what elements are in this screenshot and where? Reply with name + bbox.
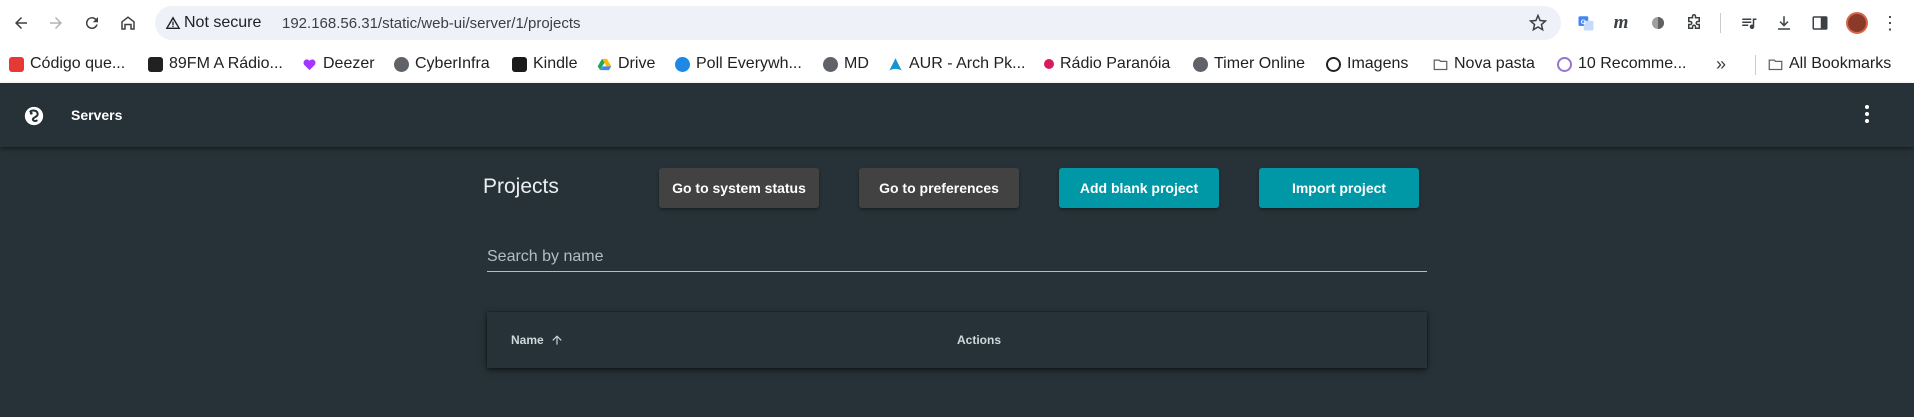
bookmark-item[interactable]: Código que... [9, 51, 125, 77]
forward-button[interactable] [44, 11, 68, 35]
arch-icon [888, 57, 903, 72]
bookmark-item[interactable]: CyberInfra [394, 51, 490, 77]
toolbar-divider [1720, 13, 1721, 33]
name-header-label: Name [511, 333, 544, 347]
home-button[interactable] [116, 11, 140, 35]
bookmark-star-icon[interactable] [1529, 14, 1547, 32]
radio-icon [148, 56, 163, 72]
bookmark-item[interactable]: 10 Recomme... [1557, 51, 1686, 77]
bookmark-label: Nova pasta [1454, 55, 1535, 72]
bookmark-label: Timer Online [1214, 55, 1305, 72]
globe-icon [1193, 56, 1208, 72]
media-queue-icon[interactable] [1738, 12, 1760, 34]
bookmark-item[interactable]: Rádio Paranóia [1041, 51, 1170, 77]
heart-icon [302, 57, 317, 72]
preferences-button[interactable]: Go to preferences [859, 168, 1019, 208]
bookmark-label: Imagens [1347, 55, 1409, 72]
bookmark-item[interactable]: AUR - Arch Pk... [888, 51, 1025, 77]
globe-icon [823, 56, 838, 72]
profile-avatar[interactable] [1846, 12, 1868, 34]
main-content: Projects Go to system status Go to prefe… [0, 147, 1914, 417]
codigo-icon [9, 56, 24, 72]
bookmark-label: AUR - Arch Pk... [909, 55, 1026, 72]
bookmark-item[interactable]: 89FM A Rádio... [148, 51, 283, 77]
browser-toolbar: Not secure 192.168.56.31/static/web-ui/s… [0, 0, 1914, 46]
actions-column-header: Actions [957, 333, 1001, 347]
globe-icon [394, 56, 409, 72]
app-logo-icon[interactable] [23, 105, 45, 127]
all-bookmarks-label: All Bookmarks [1789, 55, 1892, 72]
kindle-icon [512, 56, 527, 72]
warning-icon [165, 16, 181, 29]
bookmark-item[interactable]: Deezer [302, 51, 375, 77]
app-title[interactable]: Servers [71, 107, 122, 123]
more-bookmarks-icon[interactable]: » [1716, 54, 1726, 75]
bookmark-label: CyberInfra [415, 55, 490, 72]
import-project-button[interactable]: Import project [1259, 168, 1419, 208]
drive-icon [597, 57, 612, 72]
svg-text:G: G [1581, 19, 1586, 26]
bookmark-item[interactable]: Kindle [512, 51, 577, 77]
bookmark-item[interactable]: Poll Everywh... [675, 51, 802, 77]
puzzle-extensions-icon[interactable] [1683, 12, 1705, 34]
bookmark-label: Poll Everywh... [696, 55, 802, 72]
bookmark-label: Kindle [533, 55, 578, 72]
bookmark-label: Deezer [323, 55, 375, 72]
bookmark-label: Rádio Paranóia [1060, 55, 1171, 72]
reload-button[interactable] [80, 11, 104, 35]
dot-icon [1044, 59, 1054, 69]
poll-icon [675, 56, 690, 72]
bookmark-item[interactable]: Timer Online [1193, 51, 1305, 77]
dark-extension-icon[interactable] [1647, 12, 1669, 34]
bookmark-label: 10 Recomme... [1578, 55, 1687, 72]
bookmarks-divider [1755, 55, 1756, 75]
back-button[interactable] [9, 11, 33, 35]
back-arrow-icon [15, 17, 27, 29]
camera-icon [1326, 56, 1341, 72]
address-bar[interactable]: Not secure 192.168.56.31/static/web-ui/s… [155, 6, 1561, 40]
bookmark-label: Código que... [30, 55, 126, 72]
reload-icon [85, 17, 98, 30]
bookmark-label: 89FM A Rádio... [169, 55, 283, 72]
projects-table: Name Actions [487, 312, 1427, 368]
browser-menu-icon[interactable]: ⋮ [1880, 12, 1900, 34]
sort-arrow-up-icon[interactable] [550, 333, 564, 347]
url-text[interactable]: 192.168.56.31/static/web-ui/server/1/pro… [282, 15, 581, 32]
bookmark-item[interactable]: Nova pasta [1433, 51, 1535, 77]
system-status-button[interactable]: Go to system status [659, 168, 819, 208]
all-bookmarks[interactable]: All Bookmarks [1768, 51, 1891, 77]
circle-icon [1557, 56, 1572, 72]
actions-header-label: Actions [957, 333, 1002, 347]
download-icon[interactable] [1773, 12, 1795, 34]
more-options-icon[interactable] [1855, 102, 1879, 126]
search-input[interactable] [487, 242, 1427, 271]
folder-icon [1768, 57, 1783, 72]
folder-icon [1433, 57, 1448, 72]
page-title: Projects [483, 175, 559, 198]
forward-arrow-icon [50, 17, 62, 29]
translate-extension-icon[interactable]: G [1575, 12, 1597, 34]
app-bar: Servers [0, 83, 1914, 147]
bookmark-item[interactable]: Drive [597, 51, 655, 77]
bookmark-item[interactable]: MD [823, 51, 869, 77]
bookmark-label: MD [844, 55, 869, 72]
search-field [487, 242, 1427, 272]
bookmark-item[interactable]: Imagens [1326, 51, 1408, 77]
bookmarks-bar: Código que... 89FM A Rádio... Deezer Cyb… [0, 46, 1914, 83]
security-label[interactable]: Not secure [184, 14, 261, 32]
m-extension-icon[interactable]: m [1610, 12, 1632, 34]
bookmark-label: Drive [618, 55, 656, 72]
add-blank-project-button[interactable]: Add blank project [1059, 168, 1219, 208]
home-icon [121, 16, 135, 30]
side-panel-icon[interactable] [1809, 12, 1831, 34]
name-column-header[interactable]: Name [511, 333, 564, 347]
